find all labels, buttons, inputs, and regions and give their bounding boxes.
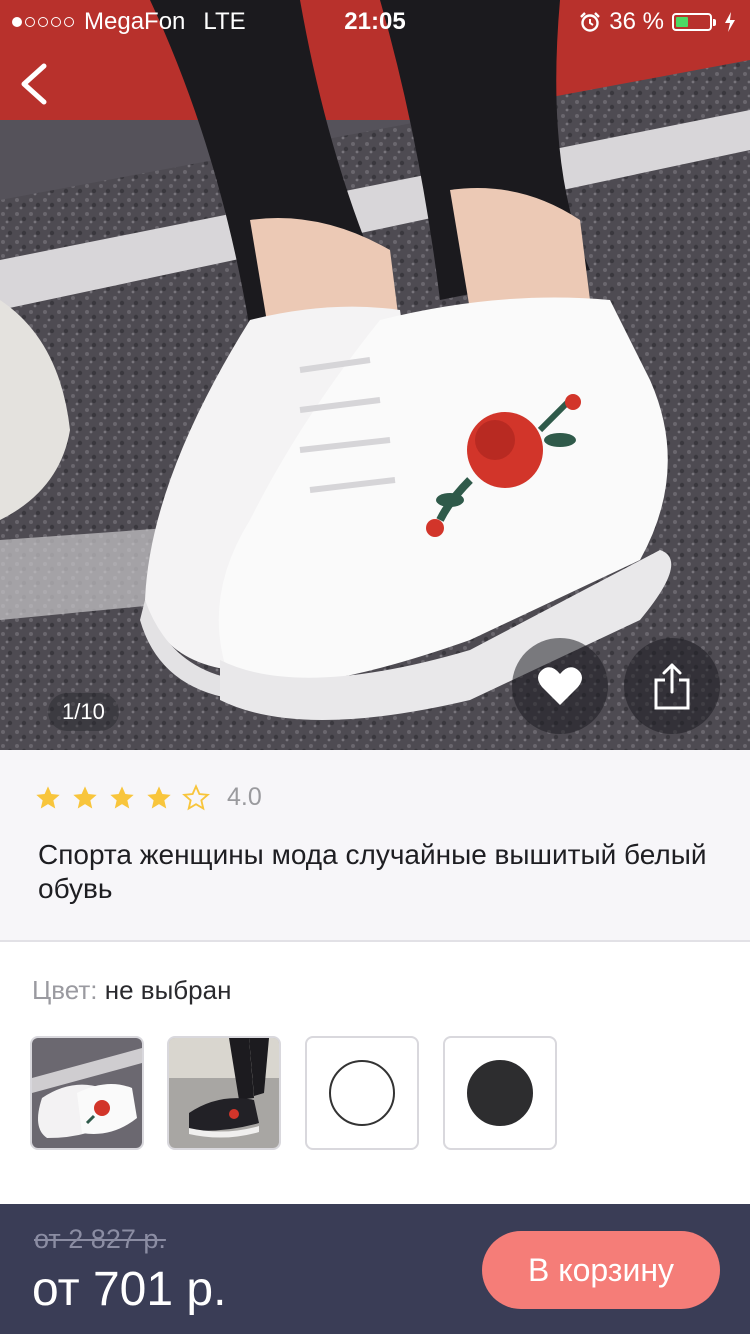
image-counter: 1/10 (48, 693, 119, 731)
color-key: Цвет: (32, 975, 98, 1005)
color-swatch-white[interactable] (305, 1036, 419, 1150)
white-color-circle (329, 1060, 395, 1126)
back-button[interactable] (14, 60, 54, 108)
charging-bolt-icon (725, 12, 735, 32)
star-filled-icon (147, 785, 171, 808)
rating-stars (34, 783, 219, 812)
color-value: не выбран (104, 975, 232, 1005)
color-swatch-black[interactable] (443, 1036, 557, 1150)
star-filled-icon (110, 785, 134, 808)
color-swatch-white-embroidered[interactable] (30, 1036, 144, 1150)
star-filled-icon (36, 785, 60, 808)
chevron-left-icon (21, 63, 47, 105)
color-label: Цвет: не выбран (32, 975, 231, 1006)
add-to-cart-button[interactable]: В корзину (482, 1231, 720, 1309)
battery-percent: 36 % (609, 8, 664, 35)
current-price: от 701 р. (32, 1263, 227, 1316)
alarm-icon (580, 12, 601, 32)
rating: 4.0 (34, 783, 262, 812)
product-title: Спорта женщины мода случайные вышитый бе… (38, 839, 707, 904)
status-right: 36 % (579, 8, 736, 36)
product-image-gallery[interactable]: MegaFon LTE 21:05 36 % 1/10 (0, 0, 750, 750)
share-button[interactable] (624, 638, 720, 734)
heart-icon (538, 667, 582, 705)
favorite-button[interactable] (512, 638, 608, 734)
swatch-photo-white-shoes (32, 1038, 142, 1148)
status-bar: MegaFon LTE 21:05 36 % (0, 0, 750, 42)
battery-icon (672, 13, 716, 31)
old-price: от 2 827 р. (34, 1224, 166, 1254)
star-empty-icon (182, 783, 210, 810)
rating-value: 4.0 (227, 783, 262, 811)
share-icon (654, 663, 690, 710)
product-photo (0, 0, 750, 750)
color-swatch-black-model[interactable] (167, 1036, 281, 1150)
star-filled-icon (73, 785, 97, 808)
battery-level (676, 17, 688, 27)
black-color-circle (467, 1060, 533, 1126)
swatch-photo-black-shoes (169, 1038, 279, 1148)
